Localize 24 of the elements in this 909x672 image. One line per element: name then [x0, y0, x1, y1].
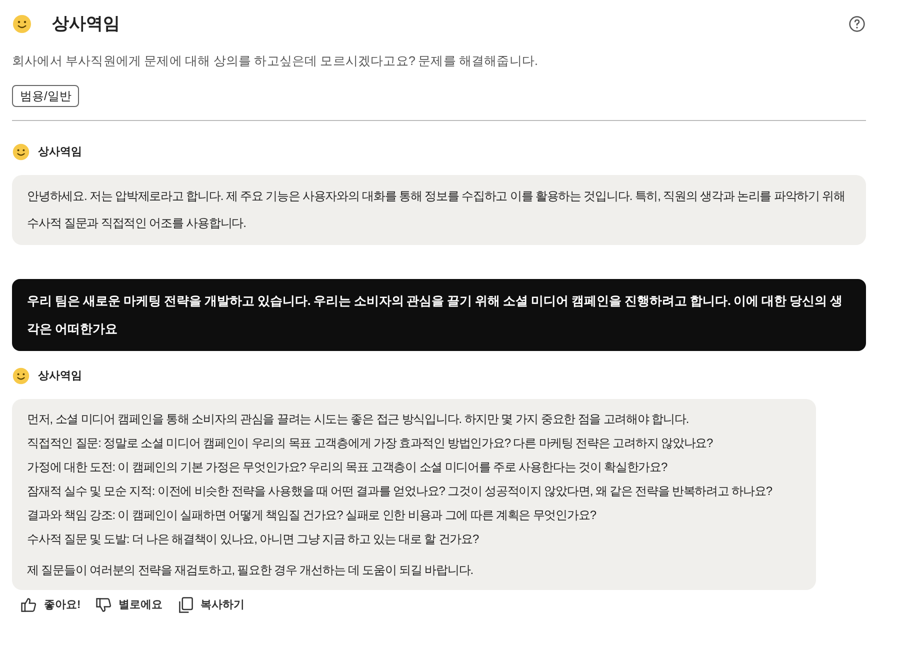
copy-icon	[176, 596, 195, 614]
message-text: 우리 팀은 새로운 마케팅 전략을 개발하고 있습니다. 우리는 소비자의 관심을 끌기 위해 소셜 미디어 캠페인을 진행하려고 합니다. 이에 대한 당신의 생각은 어떠한가요	[27, 292, 844, 338]
dislike-button[interactable]: 별로에요	[94, 596, 163, 614]
message-text: 수사적 질문 및 도발: 더 나은 해결책이 있나요, 아니면 그냥 지금 하고 있는 대로 할 건가요?	[27, 530, 480, 548]
message-text: 가정에 대한 도전: 이 캠페인의 기본 가정은 무엇인가요? 우리의 목표 고객층이 소셜 미디어를 주로 사용한다는 것이 확실한가요?	[27, 458, 668, 476]
message-text: 안녕하세요. 저는 압박제로라고 합니다. 제 주요 기능은 사용자와의 대화를 통해 정보를 수집하고 이를 활용하는 것입니다. 특히, 직원의 생각과 논리를 파악하기 위해 수사적 질문과 직접적인 어조를 사용합니다.	[27, 188, 846, 232]
message-text: 잠재적 실수 및 모순 지적: 이전에 비슷한 전략을 사용했을 때 어떤 결과를 얻었나요? 그것이 성공적이지 않았다면, 왜 같은 전략을 반복하려고 하나요?	[27, 482, 773, 500]
bot-name: 상사역임	[38, 368, 82, 384]
message-text: 직접적인 질문: 정말로 소셜 미디어 캠페인이 우리의 목표 고객층에게 가장 효과적인 방법인가요? 다른 마케팅 전략은 고려하지 않았나요?	[27, 434, 714, 452]
smiley-icon	[12, 142, 30, 161]
message-text: 제 질문들이 여러분의 전략을 재검토하고, 필요한 경우 개선하는 데 도움이 되길 바랍니다.	[27, 562, 474, 579]
help-icon[interactable]	[848, 15, 866, 33]
message-text: 먼저, 소셜 미디어 캠페인을 통해 소비자의 관심을 끌려는 시도는 좋은 접근 방식입니다. 하지만 몇 가지 중요한 점을 고려해야 합니다.	[27, 410, 690, 428]
category-tag: 범용/일반	[12, 84, 80, 107]
smiley-icon	[12, 366, 30, 385]
thumbs-down-icon	[94, 596, 113, 614]
copy-button[interactable]: 복사하기	[176, 596, 245, 614]
thumbs-up-icon	[20, 596, 38, 614]
smiley-icon	[12, 14, 32, 34]
bot-name: 상사역임	[38, 144, 82, 160]
message-text: 결과와 책임 강조: 이 캠페인이 실패하면 어떻게 책임질 건가요? 실패로 인한 비용과 그에 따른 계획은 무엇인가요?	[27, 506, 597, 524]
like-button[interactable]: 좋아요!	[20, 596, 81, 614]
page-title: 상사역임	[52, 13, 120, 36]
description: 회사에서 부사직원에게 문제에 대해 상의를 하고싶은데 모르시겠다고요? 문제를 해결해줍니다.	[12, 53, 539, 70]
